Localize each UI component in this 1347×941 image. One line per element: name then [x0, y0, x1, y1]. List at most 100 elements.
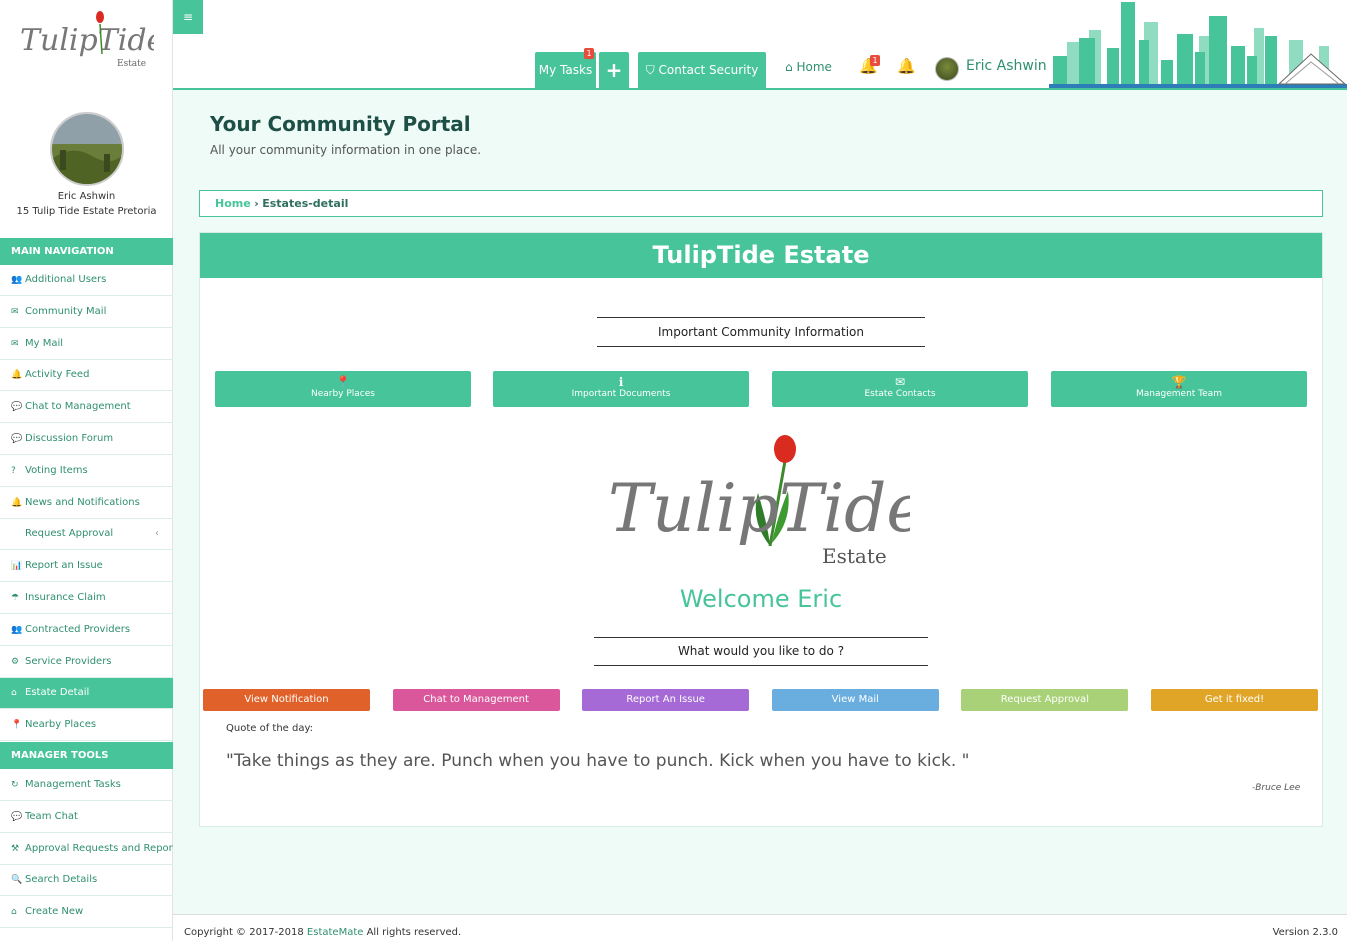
- envelope-outline-icon: ✉: [11, 338, 19, 349]
- chat-icon: 💬: [11, 402, 23, 413]
- request-approval-button[interactable]: Request Approval: [961, 689, 1129, 711]
- sidebar-item-team-chat[interactable]: 💬 Team Chat: [0, 802, 173, 833]
- home-icon: ⌂: [785, 60, 793, 74]
- add-user-icon: 👥: [11, 275, 23, 285]
- sidebar-item-label: Community Mail: [25, 305, 107, 317]
- sidebar-item-news-and-notifications[interactable]: 🔔 News and Notifications: [0, 488, 173, 519]
- quote-author: -Bruce Lee: [1252, 783, 1301, 793]
- info-button-label: Management Team: [1136, 389, 1222, 399]
- logo-sub: Estate: [117, 59, 146, 69]
- info-button-label: Estate Contacts: [864, 389, 936, 399]
- sidebar-item-additional-users[interactable]: 👥 Additional Users: [0, 265, 173, 296]
- sidebar-item-my-mail[interactable]: ✉ My Mail: [0, 329, 173, 360]
- user-name[interactable]: Eric Ashwin: [966, 58, 1047, 74]
- bell-outline-icon: 🔔: [11, 497, 23, 508]
- sidebar-item-request-approval[interactable]: Request Approval ‹: [0, 519, 173, 551]
- sidebar-item-discussion-forum[interactable]: 💬 Discussion Forum: [0, 424, 173, 455]
- view-notification-button[interactable]: View Notification: [203, 689, 370, 711]
- logo-text: TulipTide: [20, 23, 154, 58]
- report-an-issue-button[interactable]: Report An Issue: [582, 689, 750, 711]
- bar-chart-icon: 📊: [11, 561, 23, 572]
- sidebar-item-label: Discussion Forum: [25, 433, 114, 444]
- manager-tools-header: MANAGER TOOLS: [0, 742, 173, 769]
- sidebar-item-label: Management Tasks: [25, 779, 121, 790]
- sidebar-item-activity-feed[interactable]: 🔔 Activity Feed: [0, 360, 173, 392]
- management-team-button[interactable]: 🏆 Management Team: [1051, 371, 1307, 407]
- sidebar-item-create-new[interactable]: ⌂ Create New: [0, 897, 173, 929]
- sidebar-item-contracted-providers[interactable]: 👥 Contracted Providers: [0, 615, 173, 646]
- sidebar-item-chat-to-management[interactable]: 💬 Chat to Management: [0, 392, 173, 424]
- copyright-suffix: All rights reserved.: [366, 927, 462, 938]
- comments-icon: 💬: [11, 434, 23, 444]
- my-tasks-label: My Tasks: [538, 63, 593, 77]
- sidebar-item-community-mail[interactable]: ✉ Community Mail: [0, 297, 173, 328]
- important-documents-button[interactable]: ℹ Important Documents: [493, 371, 749, 407]
- chevron-left-icon: ‹: [155, 528, 159, 540]
- estate-panel-title: TulipTide Estate: [200, 233, 1322, 278]
- sidebar-item-label: News and Notifications: [25, 496, 140, 508]
- copyright-prefix: Copyright © 2017-2018: [184, 927, 304, 938]
- add-button[interactable]: +: [599, 52, 629, 88]
- city-skyline-illustration: [1049, 2, 1347, 88]
- page-title: Your Community Portal: [210, 112, 471, 136]
- home-icon: ⌂: [11, 907, 17, 918]
- sidebar-item-approval-requests-and-reports[interactable]: ⚒ Approval Requests and Reports: [0, 834, 173, 865]
- sidebar-item-label: Nearby Places: [25, 719, 97, 731]
- todo-section-title: What would you like to do ?: [594, 637, 928, 666]
- user-avatar[interactable]: [935, 57, 959, 81]
- shield-icon: ⛉: [645, 63, 655, 77]
- contact-security-label: Contact Security: [658, 63, 759, 77]
- sidebar-item-label: Approval Requests and Reports: [25, 842, 173, 854]
- info-button-label: Nearby Places: [310, 389, 375, 399]
- users-icon: 👥: [11, 624, 23, 635]
- copyright: Copyright © 2017-2018 EstateMate All rig…: [184, 927, 461, 938]
- view-mail-button[interactable]: View Mail: [771, 689, 939, 711]
- sidebar-item-label: Contracted Providers: [25, 623, 131, 635]
- breadcrumb-current: Estates-detail: [262, 197, 349, 210]
- cogs-icon: ⚙: [11, 656, 20, 667]
- gavel-icon: ⚒: [11, 843, 20, 854]
- sidebar-item-insurance-claim[interactable]: ☂ Insurance Claim: [0, 583, 173, 614]
- tuliptide-logo[interactable]: TulipTide Estate: [18, 6, 154, 72]
- sidebar-item-label: Voting Items: [25, 464, 88, 476]
- sidebar-item-label: Request Approval: [25, 528, 114, 540]
- profile-avatar[interactable]: [50, 112, 124, 186]
- home-link[interactable]: ⌂ Home: [785, 60, 832, 74]
- history-icon: ↻: [11, 780, 19, 790]
- menu-toggle-button[interactable]: ≡: [173, 0, 203, 34]
- info-icon: ℹ: [618, 375, 624, 389]
- sidebar-item-service-providers[interactable]: ⚙ Service Providers: [0, 647, 173, 678]
- top-bar: ≡ My Tasks 1 + ⛉ Contact Security ⌂ Home…: [173, 0, 1347, 90]
- get-it-fixed-button[interactable]: Get it fixed!: [1151, 689, 1318, 711]
- alerts-bell-icon[interactable]: 🔔: [897, 57, 916, 75]
- sidebar-item-report-an-issue[interactable]: 📊 Report an Issue: [0, 551, 173, 583]
- question-icon: ?: [11, 465, 16, 476]
- sidebar-item-label: Insurance Claim: [25, 592, 106, 603]
- sidebar-item-estate-detail[interactable]: ⌂ Estate Detail: [0, 678, 173, 710]
- estatemate-link[interactable]: EstateMate: [307, 927, 363, 938]
- home-label: Home: [796, 60, 832, 74]
- sidebar-item-search-details[interactable]: 🔍 Search Details: [0, 865, 173, 897]
- sidebar-item-management-tasks[interactable]: ↻ Management Tasks: [0, 770, 173, 801]
- estate-panel: TulipTide Estate Important Community Inf…: [199, 232, 1323, 827]
- estate-contacts-button[interactable]: ✉ Estate Contacts: [772, 371, 1028, 407]
- breadcrumb-home-link[interactable]: Home: [215, 197, 251, 210]
- map-marker-icon: 📍: [335, 375, 351, 389]
- map-marker-icon: 📍: [11, 720, 23, 731]
- sidebar-item-label: Service Providers: [25, 655, 112, 667]
- contact-security-button[interactable]: ⛉ Contact Security: [638, 52, 766, 88]
- chat-to-management-button[interactable]: Chat to Management: [392, 689, 560, 711]
- sidebar-item-label: Create New: [25, 906, 84, 918]
- envelope-icon: ✉: [11, 306, 19, 317]
- quote-text: "Take things as they are. Punch when you…: [226, 751, 970, 771]
- nearby-places-button[interactable]: 📍 Nearby Places: [215, 371, 471, 407]
- big-logo-text: TulipTide: [608, 470, 910, 547]
- sidebar-item-nearby-places[interactable]: 📍 Nearby Places: [0, 710, 173, 742]
- sidebar-item-label: Estate Detail: [25, 687, 90, 699]
- footer: Copyright © 2017-2018 EstateMate All rig…: [173, 914, 1347, 941]
- chat-icon: 💬: [11, 811, 23, 822]
- sidebar-item-voting-items[interactable]: ? Voting Items: [0, 456, 173, 487]
- trophy-icon: 🏆: [1171, 375, 1187, 389]
- page-subtitle: All your community information in one pl…: [210, 143, 482, 157]
- sidebar-item-label: Report an Issue: [25, 560, 103, 572]
